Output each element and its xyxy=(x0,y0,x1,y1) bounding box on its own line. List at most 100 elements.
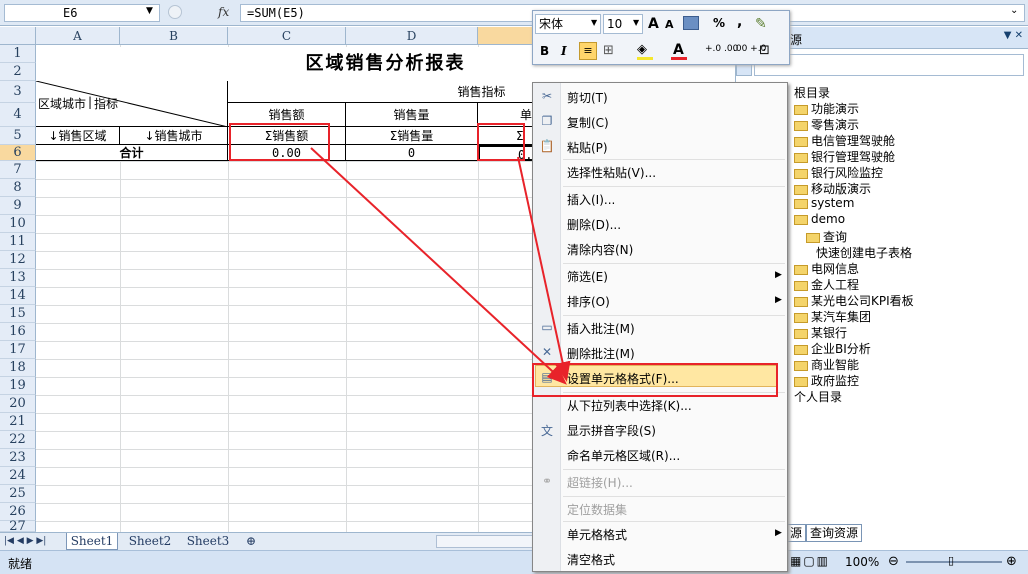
menu-item-13[interactable]: 显示拼音字段(S) xyxy=(567,422,656,439)
tree-root[interactable]: 根目录 xyxy=(794,84,830,101)
shrink-font-icon[interactable]: A xyxy=(665,18,674,31)
comma-button[interactable]: , xyxy=(737,14,742,30)
format-painter-icon[interactable] xyxy=(683,16,699,30)
row-header-7[interactable]: 7 xyxy=(0,161,36,179)
row-header-21[interactable]: 21 xyxy=(0,413,36,431)
column-header-d[interactable]: D xyxy=(346,27,478,45)
column-header-c[interactable]: C xyxy=(228,27,346,45)
row-header-15[interactable]: 15 xyxy=(0,305,36,323)
tree-item[interactable]: 金人工程 xyxy=(794,276,859,293)
menu-item-3[interactable]: 选择性粘贴(V)... xyxy=(567,164,656,181)
row-header-27[interactable]: 27 xyxy=(0,520,36,532)
row-header-9[interactable]: 9 xyxy=(0,197,36,215)
column-header-a[interactable]: A xyxy=(36,27,120,45)
row-header-2[interactable]: 2 xyxy=(0,63,36,81)
menu-item-6[interactable]: 清除内容(N) xyxy=(567,241,633,258)
fx-icon[interactable]: fx xyxy=(218,5,229,19)
tree-item[interactable]: 查询 xyxy=(806,228,847,245)
grow-font-icon[interactable]: A xyxy=(648,16,659,32)
row-header-11[interactable]: 11 xyxy=(0,233,36,251)
panel-tab-source[interactable]: 源 xyxy=(786,524,807,542)
menu-item-9[interactable]: 插入批注(M) xyxy=(567,320,635,337)
row-header-25[interactable]: 25 xyxy=(0,485,36,503)
view-mode-icon[interactable]: ▦▢▥ xyxy=(790,554,830,568)
align-center-icon[interactable]: ≡ xyxy=(579,42,597,60)
borders-icon[interactable]: ⊞ xyxy=(603,43,614,58)
expand-formula-icon[interactable]: ⌄ xyxy=(1010,5,1018,16)
row-header-23[interactable]: 23 xyxy=(0,449,36,467)
row-header-6[interactable]: 6 xyxy=(0,145,36,161)
tree-item[interactable]: 企业BI分析 xyxy=(794,340,871,357)
brush-icon[interactable]: ✎ xyxy=(755,16,767,32)
menu-item-8[interactable]: 排序(O) xyxy=(567,293,610,310)
font-color-icon[interactable]: A xyxy=(673,42,684,58)
percent-button[interactable]: % xyxy=(713,16,725,30)
header-quantity[interactable]: 销售量 xyxy=(346,103,478,127)
fill-color-icon[interactable]: ◈ xyxy=(637,42,647,57)
new-sheet-icon[interactable]: ⊕ xyxy=(246,533,256,550)
row-header-19[interactable]: 19 xyxy=(0,377,36,395)
row-header-16[interactable]: 16 xyxy=(0,323,36,341)
select-all-corner[interactable] xyxy=(0,27,36,45)
name-box[interactable]: E6 xyxy=(4,4,160,22)
row-header-14[interactable]: 14 xyxy=(0,287,36,305)
bold-button[interactable]: B xyxy=(540,44,549,58)
row-header-5[interactable]: 5 xyxy=(0,127,36,145)
tree-item-personal[interactable]: 个人目录 xyxy=(794,388,842,405)
menu-item-10[interactable]: 删除批注(M) xyxy=(567,345,635,362)
row-header-17[interactable]: 17 xyxy=(0,341,36,359)
sheet-tab-1[interactable]: Sheet1 xyxy=(66,533,118,550)
row-header-24[interactable]: 24 xyxy=(0,467,36,485)
menu-item-17[interactable]: 单元格格式 xyxy=(567,526,627,543)
zoom-level[interactable]: 100% xyxy=(845,555,879,569)
tree-item[interactable]: 零售演示 xyxy=(794,116,859,133)
close-icon[interactable]: ▼ ✕ xyxy=(1004,30,1023,41)
total-label[interactable]: 合计 xyxy=(36,145,228,161)
cancel-icon[interactable] xyxy=(168,5,182,19)
menu-item-4[interactable]: 插入(I)... xyxy=(567,191,615,208)
tree-item[interactable]: 政府监控 xyxy=(794,372,859,389)
tree-item[interactable]: 某汽车集团 xyxy=(794,308,871,325)
zoom-in-icon[interactable]: ⊕ xyxy=(1006,554,1017,569)
chevron-down-icon[interactable]: ▼ xyxy=(633,18,639,27)
menu-item-1[interactable]: 复制(C) xyxy=(567,114,609,131)
tree-item[interactable]: 快速创建电子表格 xyxy=(816,244,912,261)
zoom-thumb-icon[interactable]: ▯ xyxy=(948,554,954,567)
row-header-20[interactable]: 20 xyxy=(0,395,36,413)
column-header-b[interactable]: B xyxy=(120,27,228,45)
zoom-out-icon[interactable]: ⊖ xyxy=(888,554,899,569)
menu-item-18[interactable]: 清空格式 xyxy=(567,551,615,568)
tree-item[interactable]: 银行管理驾驶舱 xyxy=(794,148,895,165)
total-quantity[interactable]: 0 xyxy=(346,145,478,161)
menu-item-0[interactable]: 剪切(T) xyxy=(567,89,608,106)
row5-a[interactable]: ↓销售区域 xyxy=(36,127,120,145)
sheet-tab-3[interactable]: Sheet3 xyxy=(182,533,234,550)
row-header-12[interactable]: 12 xyxy=(0,251,36,269)
row-header-3[interactable]: 3 xyxy=(0,81,36,103)
menu-item-5[interactable]: 删除(D)... xyxy=(567,216,621,233)
merge-cells-icon[interactable]: ⊡ xyxy=(759,43,770,58)
chevron-down-icon[interactable]: ▼ xyxy=(146,6,153,16)
tree-item[interactable]: 商业智能 xyxy=(794,356,859,373)
menu-item-14[interactable]: 命名单元格区域(R)... xyxy=(567,447,680,464)
tree-item[interactable]: 银行风险监控 xyxy=(794,164,883,181)
menu-item-7[interactable]: 筛选(E) xyxy=(567,268,608,285)
row5-d[interactable]: Σ销售量 xyxy=(346,127,478,145)
tree-item[interactable]: 某光电公司KPI看板 xyxy=(794,292,914,309)
sheet-tab-2[interactable]: Sheet2 xyxy=(124,533,176,550)
italic-button[interactable]: I xyxy=(561,44,567,58)
row-header-22[interactable]: 22 xyxy=(0,431,36,449)
row5-b[interactable]: ↓销售城市 xyxy=(120,127,228,145)
menu-item-2[interactable]: 粘贴(P) xyxy=(567,139,608,156)
panel-tab-query[interactable]: 查询资源 xyxy=(806,524,863,542)
row-header-13[interactable]: 13 xyxy=(0,269,36,287)
panel-search-box[interactable] xyxy=(754,54,1024,76)
row-header-1[interactable]: 1 xyxy=(0,45,36,63)
chevron-down-icon[interactable]: ▼ xyxy=(591,18,597,27)
corner-header-cell[interactable]: 区域城市 | 指标 xyxy=(36,81,228,127)
tree-item[interactable]: 某银行 xyxy=(794,324,847,341)
menu-item-11[interactable]: 设置单元格格式(F)... xyxy=(567,370,679,387)
tree-item[interactable]: demo xyxy=(794,212,845,226)
tree-item[interactable]: 功能演示 xyxy=(794,100,859,117)
sheet-nav-icon[interactable]: |◀ ◀ ▶ ▶| xyxy=(4,533,46,550)
